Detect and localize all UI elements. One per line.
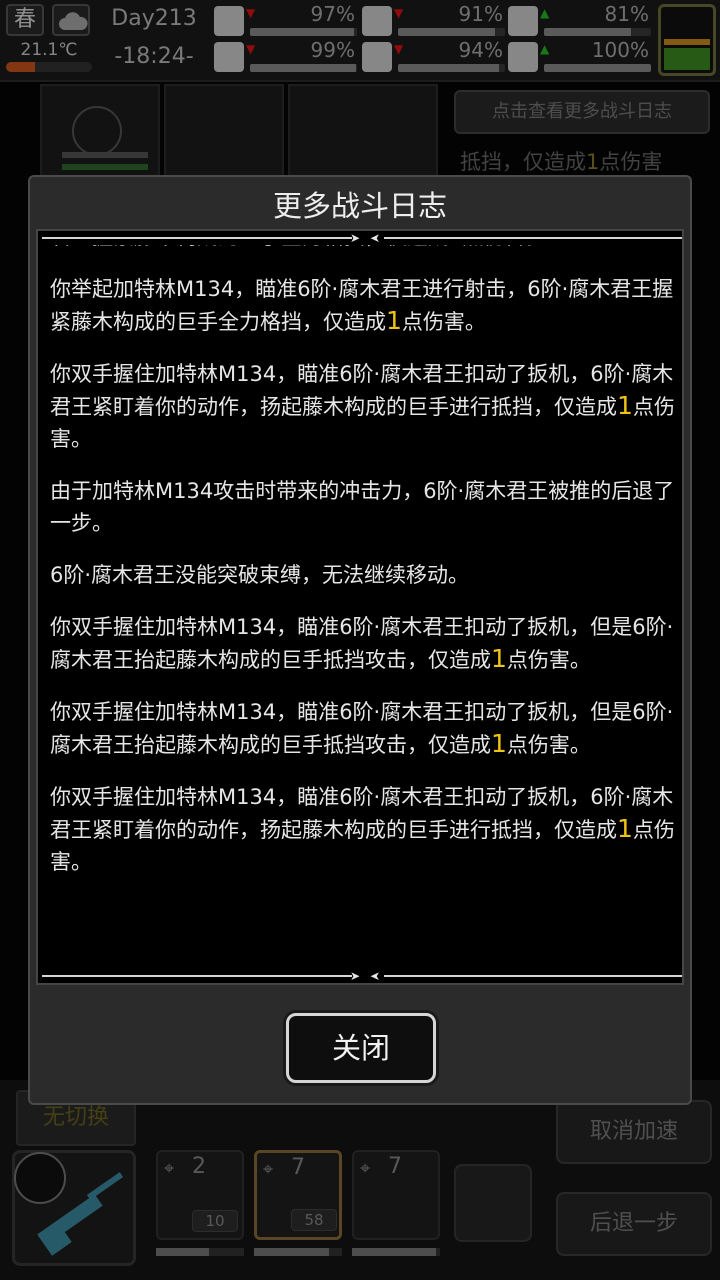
damage-number: 1 [617,391,633,420]
combat-log-list: 君王握紧藤木构成的巨手全力格挡，仅造成1点伤害。 你举起加特林M134，瞄准6阶… [50,231,680,898]
divider-top: ➤ ➤ [38,231,682,245]
dialog-title: 更多战斗日志 [272,189,447,223]
damage-number: 1 [491,644,507,673]
damage-number: 1 [491,729,507,758]
log-entry: 你双手握住加特林M134，瞄准6阶·腐木君王扣动了扳机，6阶·腐木君王紧盯着你的… [50,362,675,451]
log-entry: 6阶·腐木君王没能突破束缚，无法继续移动。 [50,563,470,587]
combat-log-dialog: 更多战斗日志 ➤ ➤ 君王握紧藤木构成的巨手全力格挡，仅造成1点伤害。 你举起加… [28,175,692,1105]
damage-number: 1 [386,306,402,335]
damage-number: 1 [617,814,633,843]
log-entry: 你举起加特林M134，瞄准6阶·腐木君王进行射击，6阶·腐木君王握紧藤木构成的巨… [50,277,674,335]
divider-bottom: ➤ ➤ [38,969,682,983]
log-entry: 你双手握住加特林M134，瞄准6阶·腐木君王扣动了扳机，6阶·腐木君王紧盯着你的… [50,785,675,874]
log-entry: 你双手握住加特林M134，瞄准6阶·腐木君王扣动了扳机，但是6阶·腐木君王抬起藤… [50,700,674,758]
close-button[interactable]: 关闭 [286,1013,436,1083]
combat-log-scroll-area[interactable]: ➤ ➤ 君王握紧藤木构成的巨手全力格挡，仅造成1点伤害。 你举起加特林M134，… [36,229,684,985]
log-entry: 你双手握住加特林M134，瞄准6阶·腐木君王扣动了扳机，但是6阶·腐木君王抬起藤… [50,615,674,673]
log-entry: 由于加特林M134攻击时带来的冲击力，6阶·腐木君王被推的后退了一步。 [50,479,675,535]
